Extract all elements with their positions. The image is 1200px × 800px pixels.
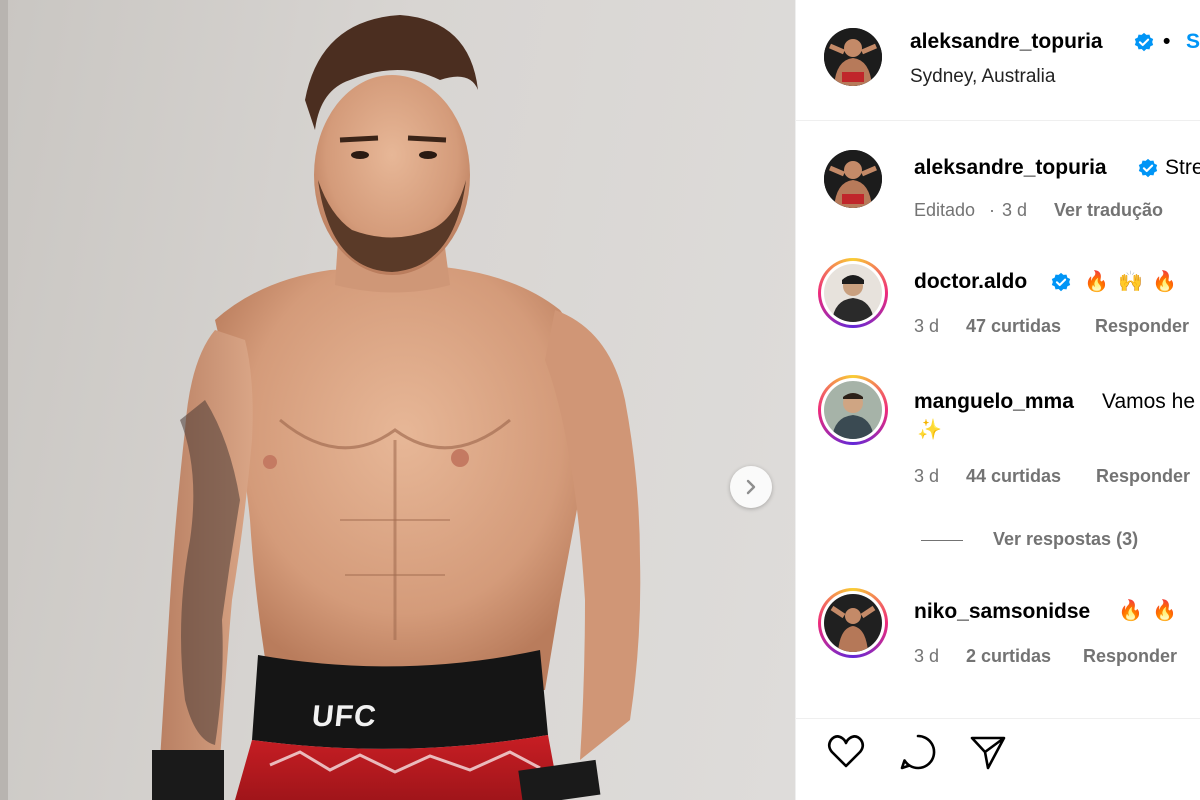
carousel-next-button[interactable] bbox=[730, 466, 772, 508]
caption-avatar[interactable] bbox=[824, 150, 882, 208]
author-username[interactable]: aleksandre_topuria bbox=[910, 30, 1103, 54]
comment-time[interactable]: 3 d bbox=[914, 646, 939, 667]
caption-edited: Editado bbox=[914, 200, 976, 220]
comment-emoji: 🔥 bbox=[1152, 271, 1177, 293]
caption-text: Stre bbox=[1165, 156, 1200, 179]
comment-likes[interactable]: 44 curtidas bbox=[966, 466, 1061, 487]
caption-sep: · bbox=[989, 200, 995, 220]
comment-emoji: 🔥 bbox=[1118, 600, 1143, 622]
comment-avatar[interactable] bbox=[818, 588, 888, 658]
reply-button[interactable]: Responder bbox=[1083, 646, 1177, 667]
verified-badge-icon bbox=[1138, 158, 1158, 178]
comment-username[interactable]: niko_samsonidse bbox=[914, 600, 1090, 624]
verified-badge-icon bbox=[1051, 272, 1071, 292]
comment-text: Vamos he bbox=[1102, 390, 1195, 413]
comment-time[interactable]: 3 d bbox=[914, 316, 939, 337]
reply-button[interactable]: Responder bbox=[1096, 466, 1190, 487]
comment-avatar[interactable] bbox=[818, 375, 888, 445]
post-side-panel: aleksandre_topuria • Se Sydney, Australi… bbox=[795, 0, 1200, 800]
comment-emoji: 🔥 bbox=[1152, 600, 1177, 622]
comment-likes[interactable]: 2 curtidas bbox=[966, 646, 1051, 667]
caption-time[interactable]: 3 d bbox=[1002, 200, 1027, 221]
post-header: aleksandre_topuria • Se Sydney, Australi… bbox=[796, 0, 1200, 121]
comment-likes[interactable]: 47 curtidas bbox=[966, 316, 1061, 337]
verified-badge-icon bbox=[1134, 32, 1154, 52]
post-location[interactable]: Sydney, Australia bbox=[910, 66, 1055, 88]
comment-username[interactable]: doctor.aldo bbox=[914, 270, 1027, 294]
chevron-right-icon bbox=[746, 479, 756, 495]
comment-emoji: 🙌 bbox=[1118, 271, 1143, 293]
comment-icon[interactable] bbox=[896, 730, 940, 774]
shorts-brand-text: UFC bbox=[310, 700, 379, 733]
comment-username[interactable]: manguelo_mma bbox=[914, 390, 1074, 414]
send-icon[interactable] bbox=[966, 730, 1010, 774]
reply-button[interactable]: Responder bbox=[1095, 316, 1189, 337]
replies-divider bbox=[921, 540, 963, 541]
comment-time[interactable]: 3 d bbox=[914, 466, 939, 487]
comment-avatar[interactable] bbox=[818, 258, 888, 328]
post-photo bbox=[152, 15, 641, 800]
view-replies-button[interactable]: Ver respostas (3) bbox=[993, 529, 1138, 550]
heart-icon[interactable] bbox=[824, 730, 868, 774]
comment-emoji: 🔥 bbox=[1084, 271, 1109, 293]
follow-button[interactable]: Se bbox=[1186, 30, 1200, 54]
see-translation-button[interactable]: Ver tradução bbox=[1054, 200, 1163, 221]
comment-emoji: ✨ bbox=[917, 419, 942, 441]
header-separator: • bbox=[1163, 30, 1171, 53]
author-avatar[interactable] bbox=[824, 28, 882, 86]
caption-username[interactable]: aleksandre_topuria bbox=[914, 156, 1107, 180]
post-media[interactable]: UFC bbox=[0, 0, 795, 800]
